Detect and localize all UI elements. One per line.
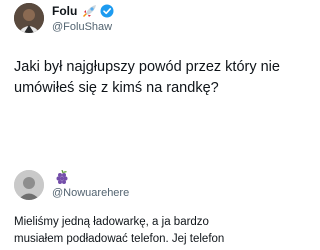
tweet-card: @Nowuarehere Mieliśmy jedną ładowarkę, a… (0, 168, 300, 250)
avatar[interactable] (14, 170, 44, 200)
tweet-text: Jaki był najgłupszy powód przez który ni… (14, 59, 280, 96)
avatar-photo-icon (14, 3, 44, 33)
author-name-row: Folu (52, 4, 114, 18)
tweet-text-line: musiałem podładować telefon. Jej telefon (14, 233, 225, 245)
display-name[interactable]: Folu (52, 4, 77, 18)
verified-badge-icon (100, 4, 114, 18)
author-name-row (52, 169, 68, 184)
tweet-text: Mieliśmy jedną ładowarkę, a ja bardzo mu… (14, 214, 296, 248)
grapes-icon (56, 169, 68, 184)
tweet-card: Folu @FoluShaw Jaki był najgłupszy powód… (0, 0, 300, 150)
avatar-photo-icon (14, 170, 44, 200)
tweet-text-line: Mieliśmy jedną ładowarkę, a ja bardzo (14, 216, 209, 228)
user-handle[interactable]: @FoluShaw (52, 21, 112, 33)
avatar[interactable] (14, 3, 44, 33)
rocket-icon (81, 4, 97, 18)
user-handle[interactable]: @Nowuarehere (52, 187, 129, 199)
